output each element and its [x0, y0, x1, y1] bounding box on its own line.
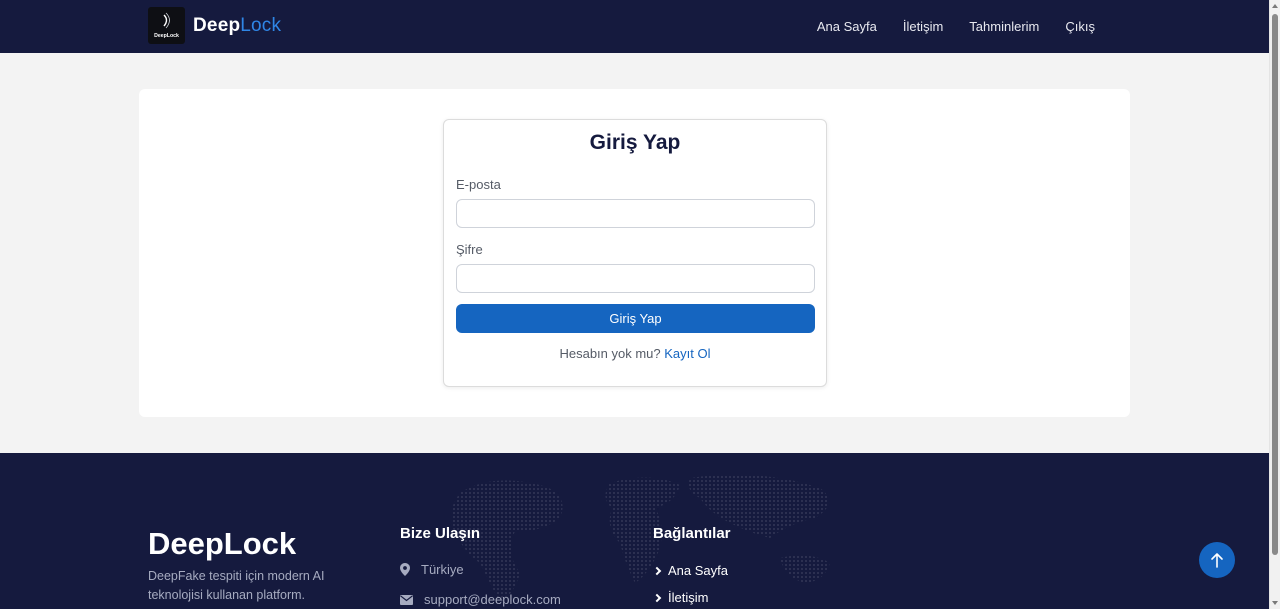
scrollbar-thumb[interactable]	[1272, 14, 1278, 555]
footer-link-label: Ana Sayfa	[668, 563, 728, 578]
arrow-up-icon	[1211, 553, 1223, 568]
register-prompt-text: Hesabın yok mu?	[559, 346, 661, 361]
footer-link-contact[interactable]: İletişim	[652, 590, 709, 605]
nav-link-contact[interactable]: İletişim	[903, 19, 943, 34]
login-form: Giriş Yap E-posta Şifre Giriş Yap Hesabı…	[443, 119, 827, 387]
email-label: E-posta	[456, 177, 501, 192]
password-input[interactable]	[456, 264, 815, 293]
password-label: Şifre	[456, 242, 483, 257]
deeplock-logo: DeepLock	[148, 7, 185, 44]
page-scrollbar[interactable]	[1269, 0, 1280, 609]
chevron-right-icon	[652, 593, 662, 602]
login-title: Giriş Yap	[589, 131, 681, 154]
site-footer: DeepLock DeepFake tespiti için modern AI…	[0, 453, 1269, 609]
top-navbar: DeepLock DeepLock Ana Sayfa İletişim Tah…	[0, 0, 1269, 53]
email-input[interactable]	[456, 199, 815, 228]
nav-link-home[interactable]: Ana Sayfa	[817, 19, 877, 34]
footer-link-home[interactable]: Ana Sayfa	[652, 563, 728, 578]
nav-link-logout[interactable]: Çıkış	[1065, 19, 1095, 34]
brand-name: DeepLock	[193, 14, 282, 36]
envelope-icon	[400, 594, 413, 605]
register-prompt-row: Hesabın yok mu? Kayıt Ol	[444, 346, 826, 361]
login-submit-button[interactable]: Giriş Yap	[456, 304, 815, 333]
footer-description: DeepFake tespiti için modern AI teknoloj…	[148, 569, 325, 602]
brand-home-link[interactable]: DeepLock DeepLock	[148, 6, 281, 45]
scroll-up-arrow-icon[interactable]	[1272, 4, 1278, 8]
footer-location-row: Türkiye	[400, 562, 464, 577]
footer-link-label: İletişim	[668, 590, 709, 605]
footer-contact-title: Bize Ulaşın	[400, 525, 481, 542]
main-nav: Ana Sayfa İletişim Tahminlerim Çıkış	[817, 0, 1095, 53]
footer-email-text[interactable]: support@deeplock.com	[424, 592, 561, 607]
footer-email-row: support@deeplock.com	[400, 592, 561, 607]
back-to-top-button[interactable]	[1199, 542, 1235, 578]
map-pin-icon	[400, 563, 410, 576]
footer-brand: DeepLock	[148, 526, 297, 561]
footer-links-title: Bağlantılar	[653, 525, 731, 542]
footer-location-text: Türkiye	[421, 562, 464, 577]
register-link[interactable]: Kayıt Ol	[664, 346, 710, 361]
scroll-down-arrow-icon[interactable]	[1272, 601, 1278, 605]
chevron-right-icon	[652, 566, 662, 575]
svg-text:DeepLock: DeepLock	[154, 33, 179, 39]
nav-link-predictions[interactable]: Tahminlerim	[969, 19, 1039, 34]
world-map-background	[451, 474, 830, 603]
